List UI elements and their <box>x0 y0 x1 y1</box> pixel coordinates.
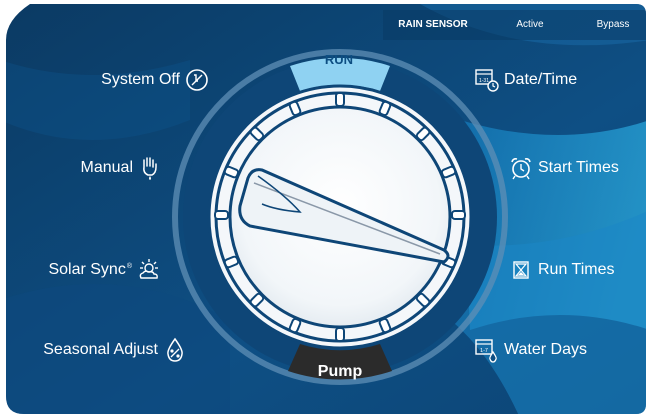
rain-sensor-bypass-option[interactable]: Bypass <box>580 17 646 33</box>
system-off-icon <box>184 67 210 93</box>
water-days-label: Water Days <box>504 341 587 358</box>
hand-water-icon <box>137 155 163 181</box>
seasonal-adjust-label: Seasonal Adjust <box>43 341 158 358</box>
dial-option-manual[interactable]: Manual <box>81 153 163 183</box>
calendar-drop-icon: 1-7 <box>474 337 500 363</box>
controller-panel: RAIN SENSOR Active Bypass RUN Pump Syste… <box>0 0 650 418</box>
rain-sensor-active-option[interactable]: Active <box>497 17 563 33</box>
dial-option-system-off[interactable]: System Off <box>101 65 210 95</box>
rain-sensor-label: RAIN SENSOR <box>398 19 468 30</box>
alarm-clock-icon <box>508 155 534 181</box>
dial-option-date-time[interactable]: 1-31 Date/Time <box>474 65 577 95</box>
start-times-label: Start Times <box>538 159 619 176</box>
manual-label: Manual <box>80 159 133 176</box>
dial-option-seasonal-adjust[interactable]: Seasonal Adjust <box>43 335 188 365</box>
solar-sync-label: Solar Sync® <box>48 261 132 278</box>
system-off-label: System Off <box>101 71 180 88</box>
dial-option-solar-sync[interactable]: Solar Sync® <box>48 255 162 285</box>
svg-text:1-31: 1-31 <box>479 78 489 84</box>
dial-run-position[interactable]: RUN <box>307 52 371 67</box>
sun-cloud-icon <box>136 257 162 283</box>
svg-text:1-7: 1-7 <box>480 348 488 354</box>
date-time-label: Date/Time <box>504 71 578 88</box>
dial-option-water-days[interactable]: 1-7 Water Days <box>474 335 587 365</box>
dial-option-run-times[interactable]: Run Times <box>508 255 614 285</box>
calendar-clock-icon: 1-31 <box>474 67 500 93</box>
dial-pump-position[interactable]: Pump <box>296 363 384 381</box>
percent-drop-icon <box>162 337 188 363</box>
run-times-label: Run Times <box>538 261 615 278</box>
dial-option-start-times[interactable]: Start Times <box>508 153 619 183</box>
hourglass-icon <box>508 257 534 283</box>
